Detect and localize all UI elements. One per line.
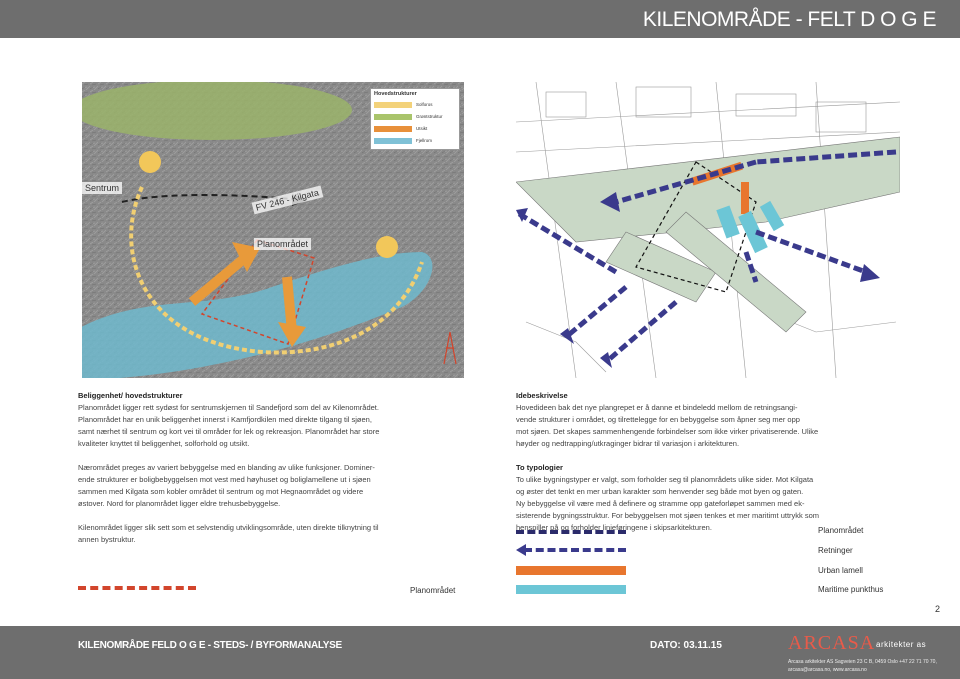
right-legend-label: Urban lamell	[818, 566, 863, 575]
footer-title: KILENOMRÅDE FELD O G E - STEDS- / BYFORM…	[78, 640, 342, 651]
text-line: mot sjøen. Det skapes sammenhengende for…	[516, 427, 819, 436]
map-legend-row: Grøntstruktur	[374, 113, 460, 121]
right-paragraph-2: To ulike bygningstyper er valgt, som for…	[516, 474, 936, 534]
page-number: 2	[934, 604, 940, 614]
site-plan-graphic	[516, 82, 900, 378]
text-line: Nærområdet preges av variert bebyggelse …	[78, 463, 375, 472]
map-legend-label: Utsikt	[416, 126, 428, 131]
footer-address: Arcasa arkitekter AS Sagveien 23 C B, 04…	[788, 659, 937, 673]
map-legend: Hovedstrukturer Solforos Grøntstruktur U…	[370, 88, 460, 150]
left-legend-label: Planområdet	[410, 586, 456, 595]
planomradet-swatch	[516, 530, 626, 534]
retninger-swatch	[524, 548, 626, 552]
footer-date: DATO: 03.11.15	[650, 640, 722, 651]
map-legend-title: Hovedstrukturer	[374, 91, 417, 97]
right-legend-label: Maritime punkthus	[818, 585, 884, 594]
text-line: To ulike bygningstyper er valgt, som for…	[516, 475, 814, 484]
logo: ARCASA	[788, 632, 876, 654]
footer-bar: KILENOMRÅDE FELD O G E - STEDS- / BYFORM…	[0, 626, 960, 679]
map-legend-label: Fjellrom	[416, 138, 433, 143]
aerial-map: Hovedstrukturer Solforos Grøntstruktur U…	[82, 82, 464, 378]
planomradet-line-swatch	[78, 586, 196, 590]
page-title: KILENOMRÅDE - FELT D O G E	[642, 8, 937, 31]
left-heading: Beliggenhet/ hovedstrukturer	[78, 391, 183, 400]
left-text: Beliggenhet/ hovedstrukturer Planområdet…	[78, 390, 478, 546]
map-legend-label: Solforos	[416, 102, 433, 107]
left-paragraph-2: Nærområdet preges av variert bebyggelse …	[78, 462, 478, 510]
text-line: Planområdet har en unik beliggenhet inne…	[78, 415, 372, 424]
right-heading-2: To typologier	[516, 463, 563, 472]
left-paragraph-3: Kilenområdet ligger slik sett som et sel…	[78, 522, 478, 546]
text-line: ende strukturer er boligbebyggelsen mot …	[78, 475, 371, 484]
site-plan	[516, 82, 900, 378]
map-legend-row: Fjellrom	[374, 137, 460, 145]
text-line: Kilenområdet ligger slik sett som et sel…	[78, 523, 379, 532]
text-line: kvaliteter knyttet til beliggenhet, solf…	[78, 439, 250, 448]
view-swatch	[374, 126, 412, 132]
map-legend-row: Solforos	[374, 101, 460, 109]
text-line: og øster det tenkt en mer urban karakter…	[516, 487, 804, 496]
map-legend-label: Grøntstruktur	[416, 114, 443, 119]
water-swatch	[374, 138, 412, 144]
urban-lamell-swatch	[516, 566, 626, 575]
header-bar: KILENOMRÅDE - FELT D O G E	[0, 0, 960, 38]
maritime-punkthus-swatch	[516, 585, 626, 594]
green-swatch	[374, 114, 412, 120]
right-text: Idebeskrivelse Hovedideen bak det nye pl…	[516, 390, 936, 534]
text-line: Hovedideen bak det nye plangrepet er å d…	[516, 403, 798, 412]
right-heading-1: Idebeskrivelse	[516, 391, 568, 400]
text-line: samt nærhet til sentrum og kort vei til …	[78, 427, 380, 436]
map-legend-row: Utsikt	[374, 125, 460, 133]
text-line: Planområdet ligger rett sydøst for sentr…	[78, 403, 379, 412]
label-planomradet: Planområdet	[254, 238, 312, 250]
text-line: vende strukturer i området, og tilrettel…	[516, 415, 800, 424]
right-legend-label: Retninger	[818, 546, 853, 555]
logo-subtitle: arkitekter as	[876, 640, 927, 649]
label-sentrum: Sentrum	[82, 182, 123, 194]
text-line: sisterende bygningsstruktur. For bebygge…	[516, 511, 820, 520]
text-line: østover. Nord for planområdet ligger eld…	[78, 499, 281, 508]
text-line: høyder og nedtrapping/utkraginger bidrar…	[516, 439, 740, 448]
right-legend-label: Planområdet	[818, 526, 864, 535]
text-line: annen bystruktur.	[78, 535, 136, 544]
sun-swatch	[374, 102, 412, 108]
text-line: Ny bebyggelse vil være med å definere og…	[516, 499, 805, 508]
left-paragraph-1: Planområdet ligger rett sydøst for sentr…	[78, 402, 478, 450]
right-paragraph-1: Hovedideen bak det nye plangrepet er å d…	[516, 402, 936, 450]
text-line: sammen med Kilgata som kobler området ti…	[78, 487, 364, 496]
arrow-left-icon	[516, 544, 526, 556]
